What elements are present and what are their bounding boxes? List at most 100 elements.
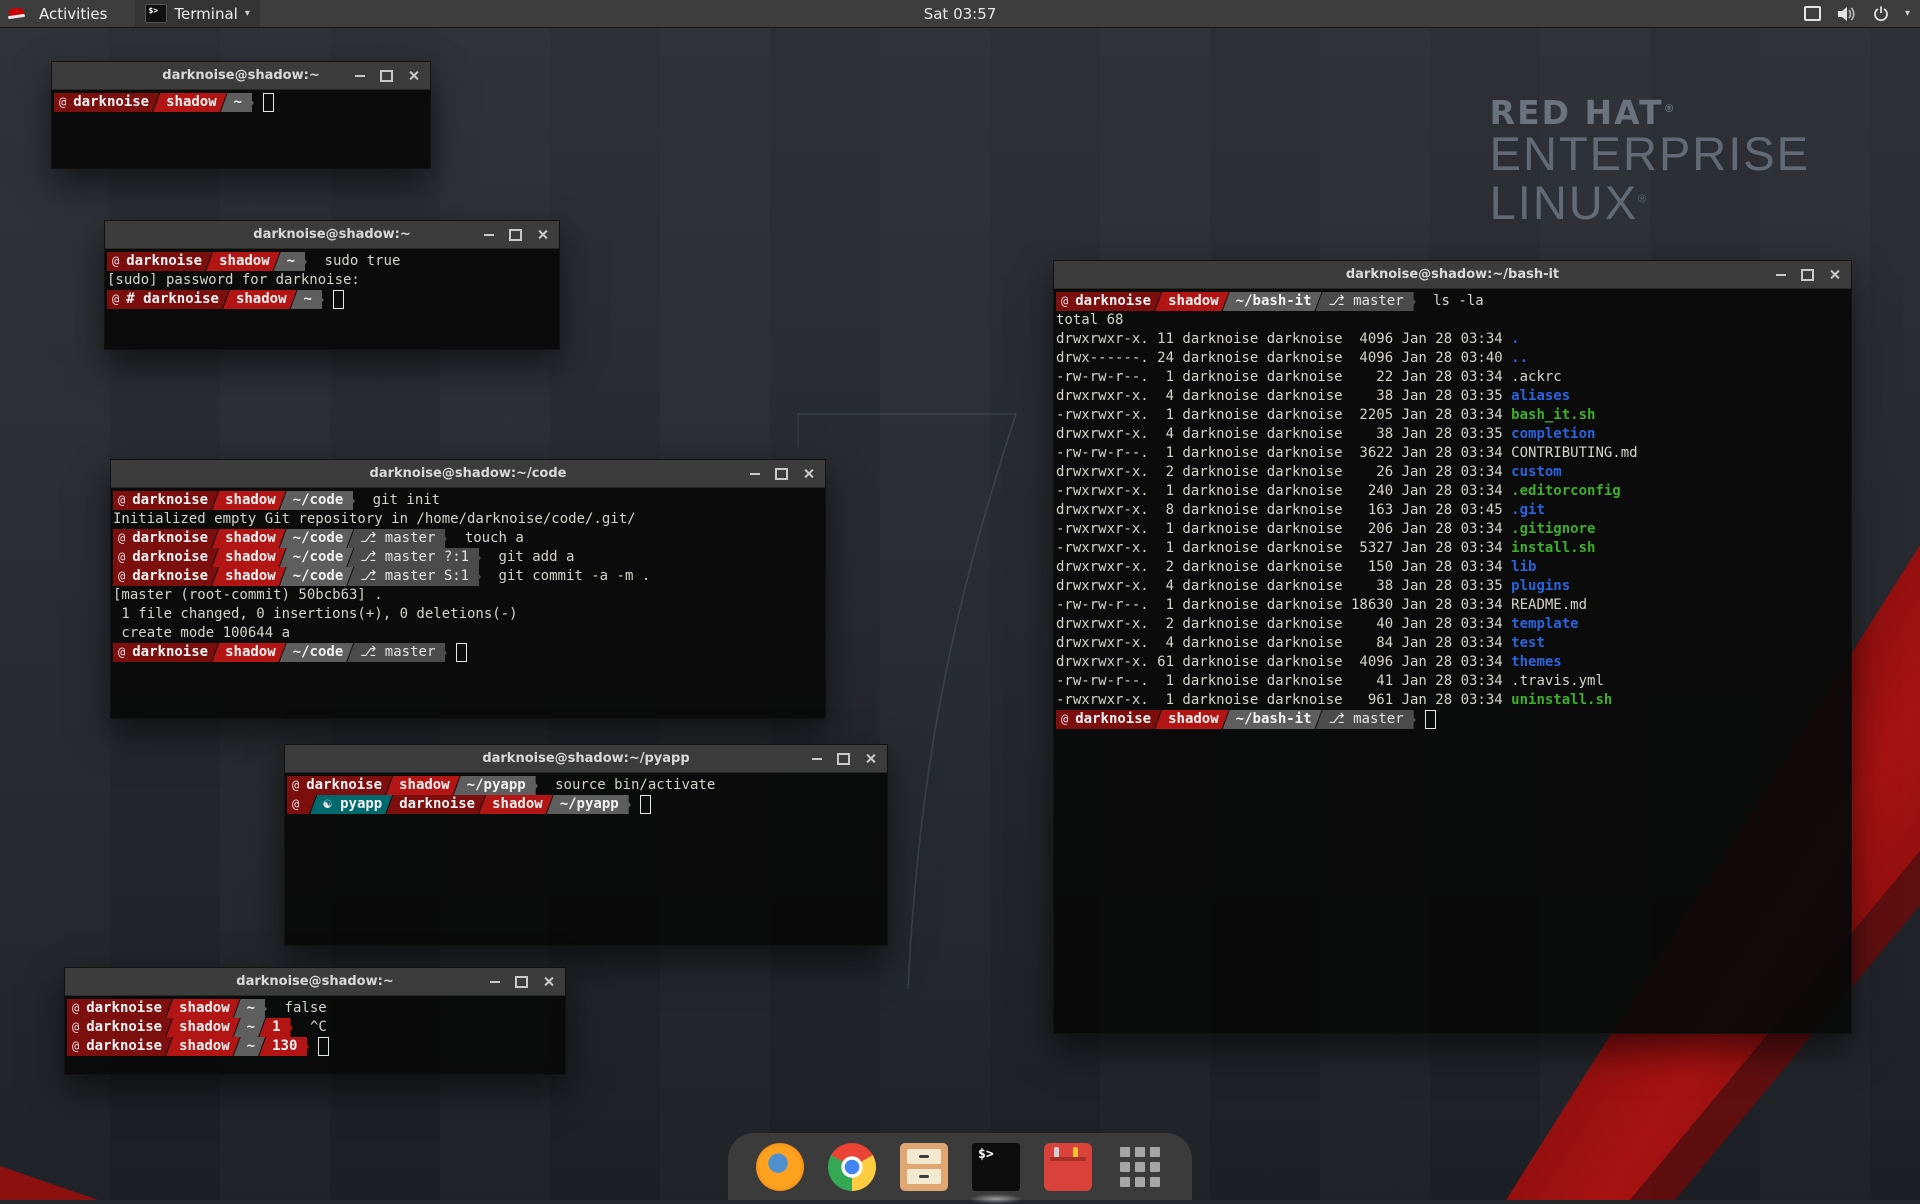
command-text: sudo true: [307, 252, 400, 271]
maximize-icon[interactable]: [837, 753, 850, 765]
ls-filename: .: [1511, 331, 1519, 347]
prompt-segment-path: ~/pyapp: [547, 795, 629, 814]
maximize-icon[interactable]: [775, 468, 788, 480]
terminal-window-home-1: darknoise@shadow:~ @darknoiseshadow~: [51, 61, 431, 169]
terminal-content[interactable]: @darknoiseshadow~/bash-it⎇ master ls -la…: [1054, 289, 1851, 1033]
terminal-content[interactable]: @darknoiseshadow~: [52, 90, 430, 168]
minimize-icon[interactable]: [490, 981, 500, 983]
prompt-segment-user: @darknoise: [67, 999, 172, 1018]
prompt-icon: @: [118, 567, 125, 586]
terminal-prompt-line: @darknoiseshadow~/code⎇ master touch a: [113, 529, 825, 548]
terminal-output-line: total 68: [1056, 311, 1851, 330]
command-text: ^C: [293, 1018, 327, 1037]
prompt-segment-user: darknoise: [386, 795, 485, 814]
ls-filename: themes: [1511, 654, 1562, 670]
caret-down-icon[interactable]: ▾: [1905, 8, 1910, 19]
prompt-segment-host: shadow: [223, 290, 297, 309]
prompt-icon: @: [112, 252, 119, 271]
prompt-segment-host: shadow: [166, 1018, 240, 1037]
window-titlebar[interactable]: darknoise@shadow:~: [52, 62, 430, 90]
app-menu-terminal[interactable]: $> Terminal ▾: [135, 0, 259, 27]
ls-row: drwxrwxr-x. 11 darknoise darknoise 4096 …: [1056, 330, 1851, 349]
window-titlebar[interactable]: darknoise@shadow:~: [65, 968, 565, 996]
maximize-icon[interactable]: [509, 229, 522, 241]
terminal-prompt-line: @darknoiseshadow~/code⎇ master: [113, 643, 825, 662]
clock[interactable]: Sat 03:57: [924, 5, 997, 23]
prompt-icon: @: [1061, 292, 1068, 311]
close-icon[interactable]: [803, 468, 814, 479]
terminal-content[interactable]: @darknoiseshadow~ false@darknoiseshadow~…: [65, 996, 565, 1074]
prompt-icon: @: [1061, 710, 1068, 729]
window-titlebar[interactable]: darknoise@shadow:~/code: [111, 460, 825, 488]
terminal-cursor[interactable]: [318, 1037, 329, 1056]
prompt-segment-host: shadow: [166, 1037, 240, 1056]
red-corner: [0, 1166, 98, 1200]
terminal-content[interactable]: @darknoiseshadow~/pyapp source bin/activ…: [285, 773, 887, 945]
terminal-cursor[interactable]: [640, 795, 651, 814]
minimize-icon[interactable]: [355, 75, 365, 77]
power-icon[interactable]: [1873, 6, 1889, 22]
window-titlebar[interactable]: darknoise@shadow:~: [105, 221, 559, 249]
dock-firefox-icon[interactable]: [756, 1143, 804, 1191]
ls-row: -rwxrwxr-x. 1 darknoise darknoise 5327 J…: [1056, 539, 1851, 558]
dock-file-manager-icon[interactable]: [900, 1143, 948, 1191]
close-icon[interactable]: [1829, 269, 1840, 280]
dock-chrome-icon[interactable]: [828, 1143, 876, 1191]
prompt-segment-user: @darknoise: [113, 529, 218, 548]
dock-terminal-icon[interactable]: $>: [972, 1143, 1020, 1191]
close-icon[interactable]: [537, 229, 548, 240]
volume-icon[interactable]: [1837, 6, 1857, 22]
ls-row: -rw-rw-r--. 1 darknoise darknoise 22 Jan…: [1056, 368, 1851, 387]
window-title: darknoise@shadow:~/pyapp: [482, 751, 689, 766]
registered-mark: ®: [1664, 102, 1677, 115]
minimize-icon[interactable]: [1776, 274, 1786, 276]
maximize-icon[interactable]: [515, 976, 528, 988]
prompt-segment-user: @darknoise: [107, 252, 212, 271]
prompt-segment-git: ⎇ master: [1316, 292, 1414, 311]
window-indicator-icon[interactable]: [1804, 6, 1821, 21]
prompt-segment-host: shadow: [212, 529, 286, 548]
terminal-output-line: [sudo] password for darknoise:: [107, 271, 559, 290]
prompt-segment-user: @darknoise: [113, 548, 218, 567]
prompt-segment-host: shadow: [153, 93, 227, 112]
maximize-icon[interactable]: [1801, 269, 1814, 281]
window-titlebar[interactable]: darknoise@shadow:~/bash-it: [1054, 261, 1851, 289]
maximize-icon[interactable]: [380, 70, 393, 82]
chevron-down-icon: ▾: [245, 8, 250, 19]
ls-row: drwxrwxr-x. 8 darknoise darknoise 163 Ja…: [1056, 501, 1851, 520]
minimize-icon[interactable]: [750, 473, 760, 475]
minimize-icon[interactable]: [812, 758, 822, 760]
prompt-segment-path: ~/bash-it: [1223, 710, 1322, 729]
prompt-segment-user: @darknoise: [54, 93, 159, 112]
command-text: git init: [355, 491, 440, 510]
close-icon[interactable]: [543, 976, 554, 987]
terminal-cursor[interactable]: [263, 93, 274, 112]
close-icon[interactable]: [865, 753, 876, 764]
prompt-icon: @: [72, 1037, 79, 1056]
minimize-icon[interactable]: [484, 234, 494, 236]
terminal-cursor[interactable]: [333, 290, 344, 309]
prompt-segment-path: ~/code: [280, 491, 354, 510]
ls-filename: .travis.yml: [1511, 673, 1604, 689]
window-titlebar[interactable]: darknoise@shadow:~/pyapp: [285, 745, 887, 773]
prompt-segment-host: shadow: [206, 252, 280, 271]
dock-app-grid-icon[interactable]: [1116, 1143, 1164, 1191]
terminal-content[interactable]: @darknoiseshadow~ sudo true[sudo] passwo…: [105, 249, 559, 349]
terminal-cursor[interactable]: [1425, 710, 1436, 729]
activities-button[interactable]: Activities: [33, 5, 113, 23]
prompt-segment-path: ~/code: [280, 643, 354, 662]
prompt-segment-user: @darknoise: [113, 643, 218, 662]
terminal-prompt-line: @# darknoiseshadow~: [107, 290, 559, 309]
close-icon[interactable]: [408, 70, 419, 81]
prompt-segment-path: ~/pyapp: [454, 776, 536, 795]
ls-filename: lib: [1511, 559, 1536, 575]
dock-toolbox-icon[interactable]: [1044, 1143, 1092, 1191]
terminal-cursor[interactable]: [456, 643, 467, 662]
terminal-content[interactable]: @darknoiseshadow~/code git initInitializ…: [111, 488, 825, 718]
prompt-icon: @: [118, 529, 125, 548]
ls-filename: test: [1511, 635, 1545, 651]
terminal-window-code: darknoise@shadow:~/code @darknoiseshadow…: [110, 459, 826, 719]
ls-filename: plugins: [1511, 578, 1570, 594]
prompt-icon: @: [59, 93, 66, 112]
command-text: git add a: [481, 548, 574, 567]
